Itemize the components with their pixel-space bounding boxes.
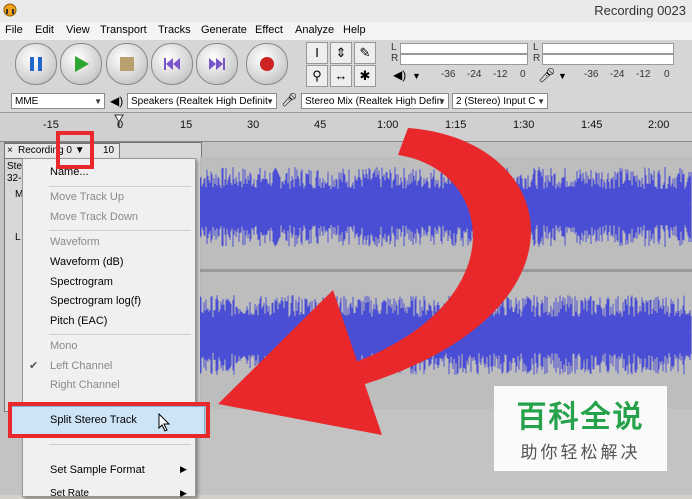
watermark-title: 百科全说 <box>516 400 645 435</box>
watermark-logo: 百科全说 助你轻松解决 <box>494 386 667 471</box>
watermark-subtitle: 助你轻松解决 <box>520 443 641 463</box>
